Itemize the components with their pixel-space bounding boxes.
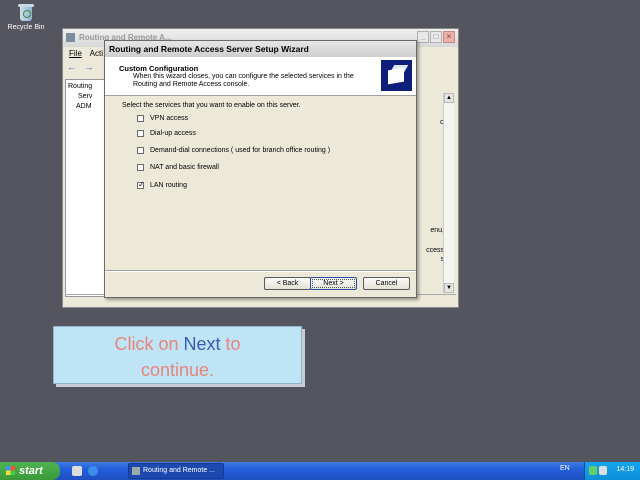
start-label: start [19, 465, 43, 477]
console-tree-pane: Routing Serv ADM [65, 79, 105, 297]
setup-wizard-dialog: Routing and Remote Access Server Setup W… [104, 40, 417, 298]
back-arrow-icon[interactable]: ← [67, 62, 76, 72]
tree-item-routing[interactable]: Routing [68, 82, 102, 92]
start-button[interactable]: start [0, 462, 60, 480]
dial-up-access-label: Dial-up access [150, 129, 196, 137]
server-network-icon [381, 60, 412, 91]
minimize-button[interactable]: _ [417, 31, 429, 43]
vpn-access-label: VPN access [150, 114, 189, 122]
taskbar: start Routing and Remote ... EN 14:19 [0, 462, 640, 480]
lan-routing-label: LAN routing [150, 181, 187, 189]
details-text-fragment: ccess [426, 247, 444, 254]
windows-logo-icon [6, 466, 15, 475]
maximize-button[interactable]: □ [430, 31, 442, 43]
callout-line-2: continue. [140, 360, 215, 380]
network-tray-icon[interactable] [589, 466, 597, 475]
callout-next-highlight: Next [183, 334, 221, 354]
close-button[interactable]: × [443, 31, 455, 43]
scroll-up-icon[interactable]: ▲ [444, 93, 454, 103]
option-nat-firewall[interactable]: NAT and basic firewall [137, 162, 219, 172]
wizard-separator [105, 270, 416, 272]
option-dial-up-access[interactable]: Dial-up access [137, 128, 196, 138]
console-app-icon [132, 467, 140, 475]
wizard-body: Select the services that you want to ena… [105, 96, 416, 266]
scroll-down-icon[interactable]: ▼ [444, 283, 454, 293]
language-indicator[interactable]: EN [560, 465, 570, 472]
internet-explorer-icon[interactable] [88, 466, 98, 476]
taskbar-item-label: Routing and Remote ... [143, 467, 215, 474]
recycle-bin-label: Recycle Bin [7, 24, 45, 31]
option-lan-routing[interactable]: LAN routing [137, 180, 187, 190]
cancel-button[interactable]: Cancel [363, 277, 410, 290]
option-vpn-access[interactable]: VPN access [137, 113, 188, 123]
wizard-heading: Custom Configuration [119, 64, 199, 73]
system-tray: 14:19 [584, 462, 640, 480]
wizard-instruction: Select the services that you want to ena… [122, 102, 301, 109]
wizard-subtitle: When this wizard closes, you can configu… [133, 73, 354, 88]
console-app-icon [66, 33, 75, 42]
back-button[interactable]: < Back [264, 277, 311, 290]
details-text-fragment: enu, [430, 227, 444, 234]
menu-file[interactable]: File [69, 49, 82, 58]
option-demand-dial[interactable]: Demand-dial connections ( used for branc… [137, 145, 330, 155]
next-button[interactable]: Next > [310, 277, 357, 290]
menu-action[interactable]: Acti [90, 49, 103, 58]
volume-tray-icon[interactable] [599, 466, 607, 475]
forward-arrow-icon[interactable]: → [85, 62, 94, 72]
dial-up-access-checkbox[interactable] [137, 129, 144, 137]
wizard-header: Custom Configuration When this wizard cl… [105, 57, 416, 96]
tree-item-server-status[interactable]: Serv [68, 92, 102, 102]
vpn-access-checkbox[interactable] [137, 114, 144, 122]
details-scrollbar[interactable]: ▲ ▼ [443, 93, 454, 293]
show-desktop-icon[interactable] [72, 466, 82, 476]
recycle-bin-icon [17, 2, 35, 22]
recycle-bin-desktop-icon[interactable]: Recycle Bin [6, 2, 46, 31]
demand-dial-label: Demand-dial connections ( used for branc… [150, 146, 331, 154]
wizard-title[interactable]: Routing and Remote Access Server Setup W… [105, 41, 416, 57]
nat-firewall-checkbox[interactable] [137, 163, 144, 171]
lan-routing-checkbox[interactable] [137, 180, 145, 189]
instruction-callout: Click on Next to continue. [53, 326, 302, 384]
demand-dial-checkbox[interactable] [137, 146, 144, 154]
nat-firewall-label: NAT and basic firewall [150, 163, 219, 171]
taskbar-item-routing[interactable]: Routing and Remote ... [128, 463, 224, 479]
clock: 14:19 [616, 466, 634, 473]
tree-item-server[interactable]: ADM [68, 102, 102, 112]
callout-line-1: Click on Next to [114, 334, 241, 354]
